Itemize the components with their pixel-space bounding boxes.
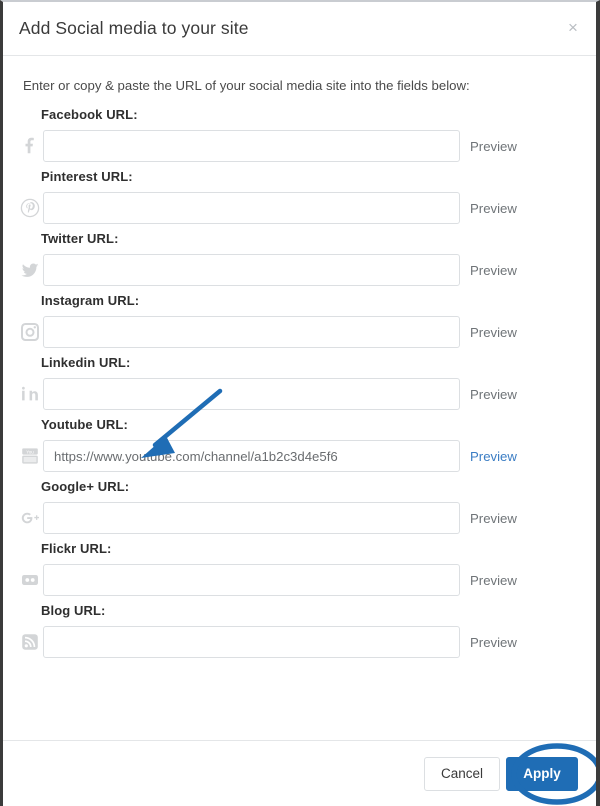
preview-link[interactable]: Preview — [470, 325, 517, 340]
field-label: Instagram URL: — [41, 293, 140, 308]
preview-link[interactable]: Preview — [470, 449, 517, 464]
preview-link[interactable]: Preview — [470, 139, 517, 154]
social-field-group: Facebook URL: Preview — [19, 107, 580, 165]
field-label: Blog URL: — [41, 603, 106, 618]
preview-link[interactable]: Preview — [470, 511, 517, 526]
social-field-group: Blog URL: Preview — [19, 603, 580, 661]
url-input[interactable] — [43, 130, 460, 162]
preview-link[interactable]: Preview — [470, 201, 517, 216]
dialog-footer: Cancel Apply — [3, 740, 596, 806]
facebook-icon — [19, 135, 41, 157]
preview-link[interactable]: Preview — [470, 263, 517, 278]
field-row: Preview — [19, 561, 580, 599]
social-field-group: Flickr URL: Preview — [19, 541, 580, 599]
url-input[interactable] — [43, 440, 460, 472]
social-field-group: Twitter URL: Preview — [19, 231, 580, 289]
apply-button[interactable]: Apply — [506, 756, 578, 791]
social-field-group: Youtube URL: You Preview — [19, 417, 580, 475]
linkedin-icon — [19, 383, 41, 405]
field-label: Pinterest URL: — [41, 169, 133, 184]
pinterest-icon — [19, 197, 41, 219]
preview-link[interactable]: Preview — [470, 635, 517, 650]
url-input[interactable] — [43, 626, 460, 658]
field-row: Preview — [19, 623, 580, 661]
field-row: Preview — [19, 313, 580, 351]
field-row: Preview — [19, 189, 580, 227]
field-row: Preview — [19, 375, 580, 413]
field-row: Preview — [19, 127, 580, 165]
url-input[interactable] — [43, 254, 460, 286]
social-field-group: Google+ URL: Preview — [19, 479, 580, 537]
add-social-media-dialog: Add Social media to your site × Enter or… — [0, 0, 600, 806]
dialog-header: Add Social media to your site × — [3, 2, 596, 56]
twitter-icon — [19, 259, 41, 281]
close-icon[interactable]: × — [562, 16, 584, 38]
field-label: Flickr URL: — [41, 541, 112, 556]
instagram-icon — [19, 321, 41, 343]
cancel-button[interactable]: Cancel — [423, 756, 500, 791]
preview-link[interactable]: Preview — [470, 387, 517, 402]
field-label: Twitter URL: — [41, 231, 119, 246]
rss-icon — [19, 631, 41, 653]
field-label: Linkedin URL: — [41, 355, 131, 370]
field-label: Google+ URL: — [41, 479, 130, 494]
url-input[interactable] — [43, 502, 460, 534]
field-row: Preview — [19, 251, 580, 289]
preview-link[interactable]: Preview — [470, 573, 517, 588]
page-title: Add Social media to your site — [19, 18, 249, 38]
flickr-icon — [19, 569, 41, 591]
field-row: Preview — [19, 499, 580, 537]
youtube-icon: You — [19, 445, 41, 467]
svg-text:You: You — [26, 449, 34, 454]
intro-text: Enter or copy & paste the URL of your so… — [23, 78, 470, 93]
googleplus-icon — [19, 507, 41, 529]
url-input[interactable] — [43, 316, 460, 348]
field-label: Youtube URL: — [41, 417, 128, 432]
url-input[interactable] — [43, 564, 460, 596]
social-field-group: Pinterest URL: Preview — [19, 169, 580, 227]
dialog-body: Enter or copy & paste the URL of your so… — [3, 56, 596, 740]
social-fields-list: Facebook URL: Preview Pinterest URL: Previe… — [19, 107, 580, 661]
social-field-group: Linkedin URL: Preview — [19, 355, 580, 413]
field-label: Facebook URL: — [41, 107, 138, 122]
field-row: You Preview — [19, 437, 580, 475]
url-input[interactable] — [43, 378, 460, 410]
social-field-group: Instagram URL: Preview — [19, 293, 580, 351]
url-input[interactable] — [43, 192, 460, 224]
